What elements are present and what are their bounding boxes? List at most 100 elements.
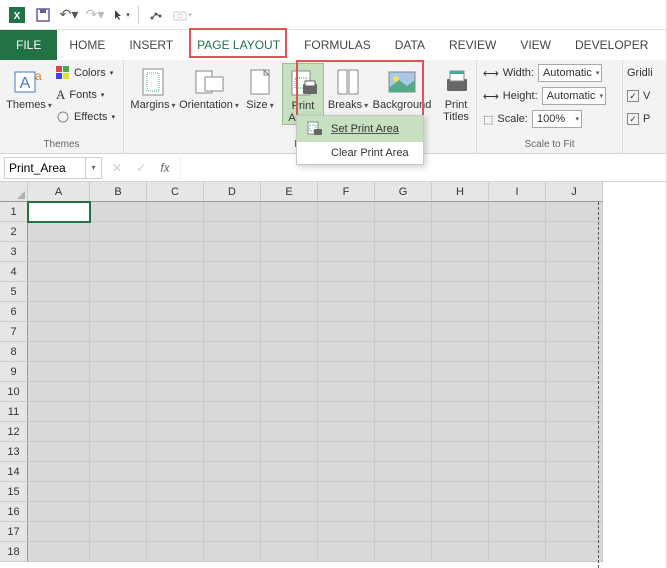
colors-button[interactable]: Colors▾ — [56, 63, 115, 83]
cell[interactable] — [90, 322, 147, 342]
cell[interactable] — [28, 462, 90, 482]
fx-icon[interactable]: fx — [156, 161, 174, 175]
cell[interactable] — [147, 522, 204, 542]
cell[interactable] — [204, 262, 261, 282]
cell[interactable] — [432, 502, 489, 522]
cell[interactable] — [432, 242, 489, 262]
row-header[interactable]: 13 — [0, 442, 28, 462]
cell[interactable] — [261, 402, 318, 422]
cell[interactable] — [489, 422, 546, 442]
cell[interactable] — [204, 222, 261, 242]
cell[interactable] — [28, 222, 90, 242]
cell[interactable] — [375, 242, 432, 262]
column-header[interactable]: F — [318, 182, 375, 202]
cell[interactable] — [90, 542, 147, 562]
cell[interactable] — [489, 522, 546, 542]
cell[interactable] — [204, 282, 261, 302]
cell[interactable] — [147, 322, 204, 342]
cell[interactable] — [147, 302, 204, 322]
cell[interactable] — [375, 502, 432, 522]
row-header[interactable]: 16 — [0, 502, 28, 522]
cell[interactable] — [28, 202, 90, 222]
tab-data[interactable]: DATA — [383, 30, 437, 60]
cell[interactable] — [147, 282, 204, 302]
cell[interactable] — [489, 202, 546, 222]
cell[interactable] — [318, 482, 375, 502]
name-box[interactable]: ▾ — [4, 157, 102, 179]
cell[interactable] — [489, 382, 546, 402]
cell[interactable] — [28, 342, 90, 362]
cell[interactable] — [28, 382, 90, 402]
print-titles-button[interactable]: Print Titles — [436, 63, 476, 123]
cancel-icon[interactable]: ✕ — [108, 161, 126, 175]
margins-button[interactable]: Margins — [130, 63, 176, 111]
cell[interactable] — [546, 342, 603, 362]
cell[interactable] — [147, 342, 204, 362]
cell[interactable] — [432, 422, 489, 442]
row-header[interactable]: 11 — [0, 402, 28, 422]
cell[interactable] — [28, 302, 90, 322]
column-header[interactable]: C — [147, 182, 204, 202]
cell[interactable] — [90, 302, 147, 322]
row-header[interactable]: 5 — [0, 282, 28, 302]
cell[interactable] — [318, 342, 375, 362]
cell[interactable] — [546, 422, 603, 442]
width-combo[interactable]: Automatic — [538, 64, 602, 82]
cell[interactable] — [375, 342, 432, 362]
cell[interactable] — [318, 502, 375, 522]
cell[interactable] — [546, 282, 603, 302]
cell[interactable] — [261, 222, 318, 242]
cell[interactable] — [147, 202, 204, 222]
cell[interactable] — [489, 482, 546, 502]
cell[interactable] — [204, 442, 261, 462]
cell[interactable] — [28, 542, 90, 562]
cell[interactable] — [90, 242, 147, 262]
column-header[interactable]: B — [90, 182, 147, 202]
cell[interactable] — [489, 542, 546, 562]
cell[interactable] — [375, 382, 432, 402]
cell[interactable] — [375, 542, 432, 562]
cell[interactable] — [489, 342, 546, 362]
cell[interactable] — [318, 362, 375, 382]
cell[interactable] — [147, 482, 204, 502]
name-box-input[interactable] — [5, 161, 85, 175]
cell[interactable] — [489, 322, 546, 342]
cell[interactable] — [318, 442, 375, 462]
tab-view[interactable]: VIEW — [508, 30, 563, 60]
cell[interactable] — [546, 242, 603, 262]
chart-icon[interactable] — [144, 3, 168, 27]
cell[interactable] — [432, 302, 489, 322]
cell[interactable] — [318, 202, 375, 222]
cell[interactable] — [90, 382, 147, 402]
row-header[interactable]: 10 — [0, 382, 28, 402]
cell[interactable] — [318, 242, 375, 262]
cell[interactable] — [546, 502, 603, 522]
cell[interactable] — [90, 422, 147, 442]
cell[interactable] — [261, 482, 318, 502]
cell[interactable] — [28, 322, 90, 342]
cell[interactable] — [546, 482, 603, 502]
save-icon[interactable] — [31, 3, 55, 27]
cell[interactable] — [90, 202, 147, 222]
cell[interactable] — [90, 522, 147, 542]
cell[interactable] — [375, 422, 432, 442]
cell[interactable] — [432, 262, 489, 282]
cell[interactable] — [546, 302, 603, 322]
cell[interactable] — [432, 342, 489, 362]
cell[interactable] — [261, 302, 318, 322]
cell[interactable] — [147, 542, 204, 562]
cell[interactable] — [204, 202, 261, 222]
cell[interactable] — [318, 322, 375, 342]
cell[interactable] — [90, 462, 147, 482]
cell[interactable] — [261, 522, 318, 542]
row-header[interactable]: 14 — [0, 462, 28, 482]
cell[interactable] — [261, 422, 318, 442]
cell[interactable] — [28, 262, 90, 282]
fonts-button[interactable]: AFonts▾ — [56, 85, 115, 105]
cell[interactable] — [489, 242, 546, 262]
select-all-corner[interactable] — [0, 182, 28, 202]
column-header[interactable]: I — [489, 182, 546, 202]
cell[interactable] — [318, 302, 375, 322]
cell[interactable] — [28, 402, 90, 422]
cell[interactable] — [375, 322, 432, 342]
